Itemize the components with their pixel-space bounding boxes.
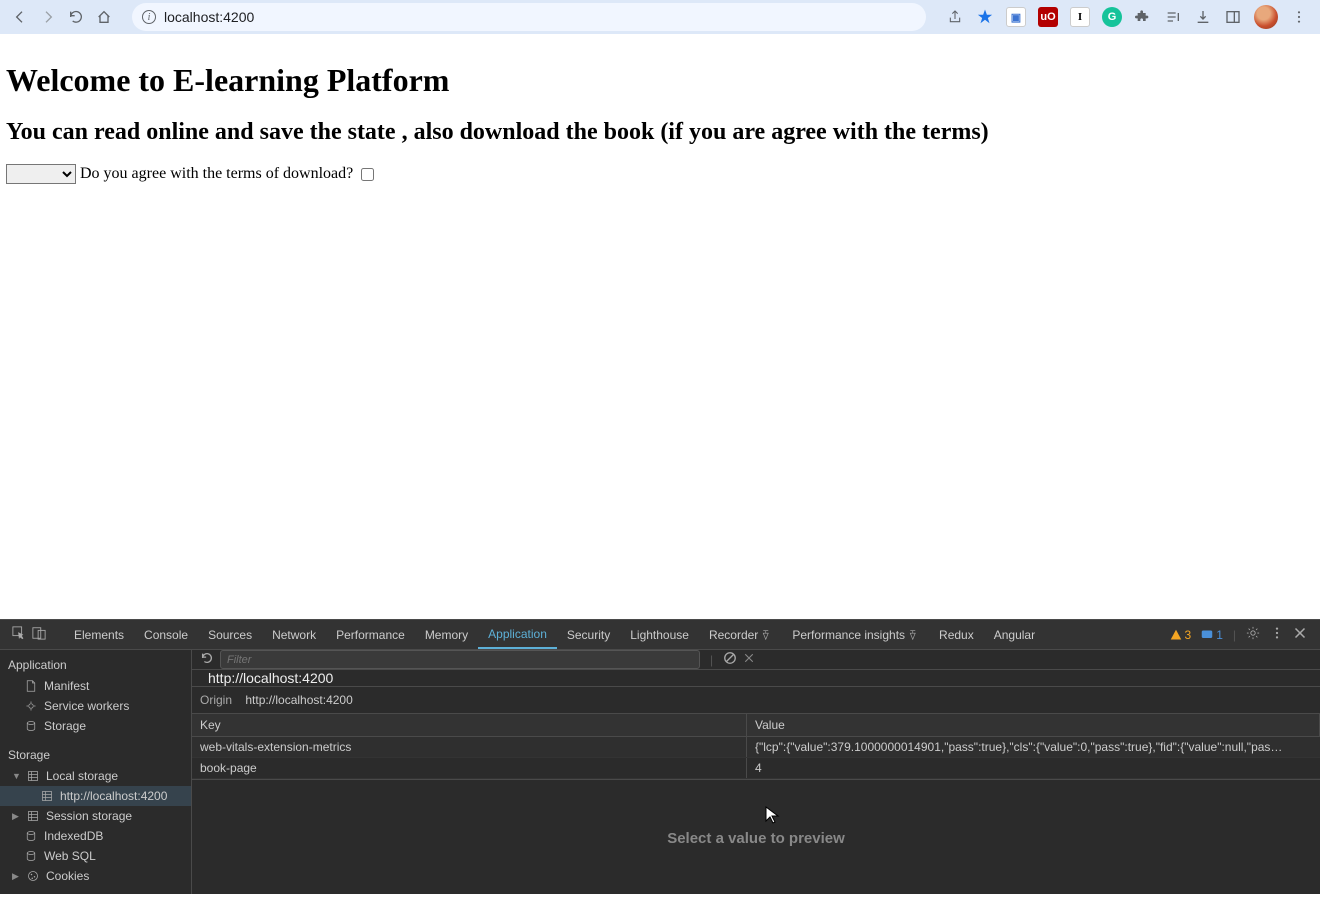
terms-row: Do you agree with the terms of download?	[6, 164, 1314, 184]
terms-label: Do you agree with the terms of download?	[80, 165, 353, 183]
tab-lighthouse[interactable]: Lighthouse	[620, 620, 699, 649]
cell-value: {"lcp":{"value":379.1000000014901,"pass"…	[747, 737, 1320, 757]
extension-1[interactable]: ▣	[1006, 7, 1026, 27]
refresh-icon[interactable]	[200, 651, 214, 668]
table-row[interactable]: book-page 4	[192, 758, 1320, 779]
settings-icon[interactable]	[1246, 626, 1260, 643]
tab-sources[interactable]: Sources	[198, 620, 262, 649]
devtools-inspect-controls	[4, 626, 54, 643]
toolbar-right: ▣ uO I G	[940, 5, 1314, 29]
devtools-body: Application Manifest Service workers Sto…	[0, 650, 1320, 894]
storage-table: Key Value web-vitals-extension-metrics {…	[192, 714, 1320, 897]
sidebar-item-session-storage[interactable]: ▶Session storage	[0, 806, 191, 826]
delete-icon[interactable]	[743, 652, 755, 667]
tab-network[interactable]: Network	[262, 620, 326, 649]
sidebar-item-cookies[interactable]: ▶Cookies	[0, 866, 191, 886]
col-header-key[interactable]: Key	[192, 714, 747, 736]
devtools-main: | http://localhost:4200 Origin http://lo…	[192, 650, 1320, 894]
tab-console[interactable]: Console	[134, 620, 198, 649]
page-content: Welcome to E-learning Platform You can r…	[0, 34, 1320, 192]
tab-recorder[interactable]: Recorder	[699, 620, 782, 649]
devtools-status: 3 1 |	[1160, 626, 1317, 643]
devtools-tabs: Elements Console Sources Network Perform…	[64, 620, 1045, 649]
clear-icon[interactable]	[723, 651, 737, 668]
cell-value: 4	[747, 758, 1320, 778]
panel-icon[interactable]	[1224, 8, 1242, 26]
warning-badge[interactable]: 3	[1170, 628, 1192, 642]
origin-row: Origin http://localhost:4200	[192, 687, 1320, 714]
terms-checkbox[interactable]	[361, 168, 374, 181]
sidebar-item-indexeddb[interactable]: IndexedDB	[0, 826, 191, 846]
cell-key: book-page	[192, 758, 747, 778]
sidebar-item-websql[interactable]: Web SQL	[0, 846, 191, 866]
origin-link[interactable]: http://localhost:4200	[245, 693, 352, 707]
profile-avatar[interactable]	[1254, 5, 1278, 29]
tab-security[interactable]: Security	[557, 620, 620, 649]
tab-performance[interactable]: Performance	[326, 620, 415, 649]
share-icon[interactable]	[946, 8, 964, 26]
cell-key: web-vitals-extension-metrics	[192, 737, 747, 757]
sidebar-item-storage[interactable]: Storage	[0, 716, 191, 736]
origin-title: http://localhost:4200	[192, 670, 1320, 687]
origin-label: Origin	[200, 693, 232, 707]
forward-button[interactable]	[40, 9, 56, 25]
extension-grammarly[interactable]: G	[1102, 7, 1122, 27]
devtools-tabbar: Elements Console Sources Network Perform…	[0, 620, 1320, 650]
sidebar-header-storage: Storage	[0, 744, 191, 766]
close-devtools-icon[interactable]	[1294, 627, 1306, 642]
book-select[interactable]	[6, 164, 76, 184]
devtools-sidebar: Application Manifest Service workers Sto…	[0, 650, 192, 894]
tab-redux[interactable]: Redux	[929, 620, 984, 649]
page-subheading: You can read online and save the state ,…	[6, 119, 1314, 146]
reading-list-icon[interactable]	[1164, 8, 1182, 26]
devtools-panel: Elements Console Sources Network Perform…	[0, 619, 1320, 894]
downloads-icon[interactable]	[1194, 8, 1212, 26]
storage-toolbar: |	[192, 650, 1320, 670]
tab-elements[interactable]: Elements	[64, 620, 134, 649]
extensions-icon[interactable]	[1134, 8, 1152, 26]
page-heading: Welcome to E-learning Platform	[6, 62, 1314, 99]
url-text: localhost:4200	[164, 9, 254, 25]
nav-buttons	[6, 9, 118, 25]
inspect-icon[interactable]	[12, 626, 26, 643]
table-row[interactable]: web-vitals-extension-metrics {"lcp":{"va…	[192, 737, 1320, 758]
sidebar-item-local-storage[interactable]: ▼Local storage	[0, 766, 191, 786]
col-header-value[interactable]: Value	[747, 714, 1320, 736]
device-icon[interactable]	[32, 626, 46, 643]
sidebar-item-manifest[interactable]: Manifest	[0, 676, 191, 696]
tab-angular[interactable]: Angular	[984, 620, 1045, 649]
table-header: Key Value	[192, 714, 1320, 737]
extension-i[interactable]: I	[1070, 7, 1090, 27]
tab-application[interactable]: Application	[478, 620, 557, 649]
tab-memory[interactable]: Memory	[415, 620, 478, 649]
extension-ublock[interactable]: uO	[1038, 7, 1058, 27]
more-icon[interactable]	[1270, 626, 1284, 643]
bookmark-icon[interactable]	[976, 8, 994, 26]
site-info-icon[interactable]: i	[142, 10, 156, 24]
filter-input[interactable]	[220, 650, 700, 669]
back-button[interactable]	[12, 9, 28, 25]
sidebar-item-local-storage-origin[interactable]: http://localhost:4200	[0, 786, 191, 806]
tab-perf-insights[interactable]: Performance insights	[782, 620, 929, 649]
menu-icon[interactable]	[1290, 8, 1308, 26]
sidebar-header-application: Application	[0, 654, 191, 676]
sidebar-item-service-workers[interactable]: Service workers	[0, 696, 191, 716]
message-badge[interactable]: 1	[1201, 628, 1223, 642]
browser-toolbar: i localhost:4200 ▣ uO I G	[0, 0, 1320, 34]
preview-placeholder: Select a value to preview	[192, 779, 1320, 897]
reload-button[interactable]	[68, 9, 84, 25]
home-button[interactable]	[96, 9, 112, 25]
address-bar[interactable]: i localhost:4200	[132, 3, 926, 31]
